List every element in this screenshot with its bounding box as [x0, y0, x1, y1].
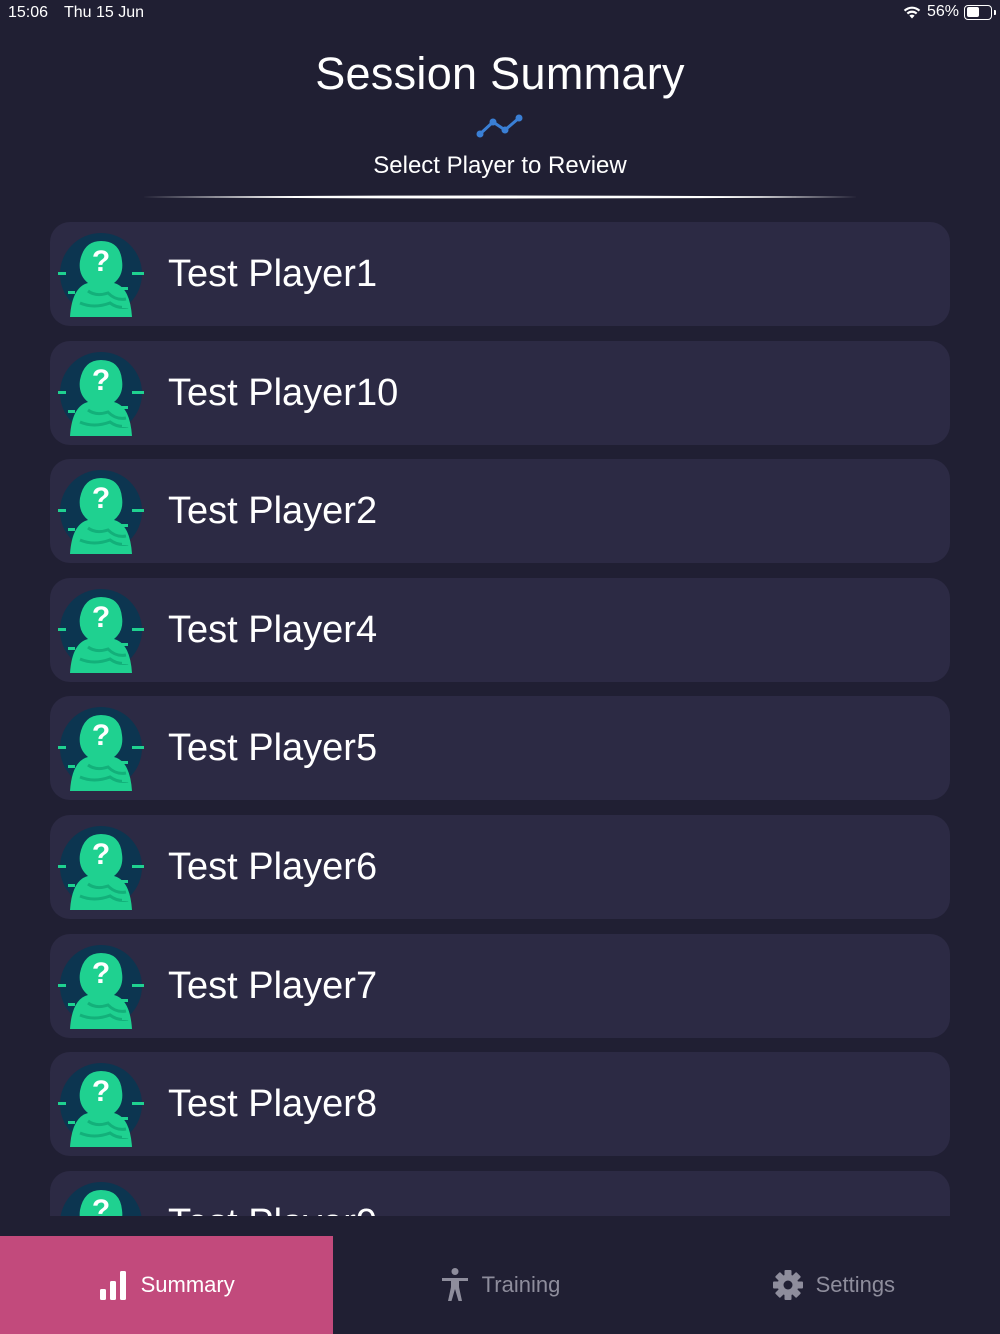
status-indicators: 56%: [902, 3, 996, 21]
player-avatar-icon: ?: [58, 1180, 144, 1216]
player-row[interactable]: ? Test Player9: [50, 1170, 950, 1216]
header-divider: [142, 195, 858, 199]
player-avatar-icon: ?: [58, 468, 144, 555]
player-name: Test Player2: [168, 490, 378, 533]
player-row[interactable]: ? Test Player6: [50, 815, 950, 919]
player-name: Test Player4: [168, 608, 378, 651]
gear-icon: [772, 1270, 803, 1300]
player-name: Test Player10: [168, 371, 399, 414]
tab-settings-label: Settings: [815, 1272, 896, 1297]
page-title: Session Summary: [315, 48, 685, 99]
player-avatar-icon: ?: [58, 705, 144, 792]
tab-training[interactable]: Training: [333, 1236, 666, 1334]
tab-summary[interactable]: Summary: [0, 1236, 334, 1334]
player-row[interactable]: ? Test Player4: [50, 577, 950, 682]
player-avatar-icon: ?: [58, 1061, 144, 1148]
battery-percent: 56%: [926, 3, 959, 20]
trend-line-icon: [476, 114, 523, 138]
svg-text:?: ?: [92, 364, 110, 397]
player-avatar-icon: ?: [58, 824, 144, 910]
player-avatar-icon: ?: [58, 943, 144, 1029]
player-row[interactable]: ? Test Player1: [50, 222, 950, 326]
player-name: Test Player1: [168, 253, 378, 295]
svg-text:?: ?: [92, 482, 110, 515]
player-name: Test Player6: [168, 846, 378, 888]
status-bar: 15:06 Thu 15 Jun 56%: [0, 0, 1000, 28]
svg-text:?: ?: [92, 719, 110, 752]
player-avatar-icon: ?: [58, 231, 144, 317]
svg-text:?: ?: [92, 957, 110, 990]
svg-text:?: ?: [92, 601, 110, 634]
tab-settings[interactable]: Settings: [667, 1236, 1000, 1334]
bar-chart-icon: [99, 1271, 126, 1300]
player-name: Test Player7: [168, 964, 378, 1007]
player-row[interactable]: ? Test Player10: [50, 340, 950, 445]
tab-bar: Summary Training Settings: [0, 1236, 1000, 1334]
player-name: Test Player9: [168, 1171, 377, 1216]
player-list[interactable]: ? Test Player1 ? Test Player10 ? Test Pl…: [50, 222, 950, 1216]
svg-text:?: ?: [92, 838, 110, 871]
player-name: Test Player8: [168, 1083, 378, 1126]
player-row[interactable]: ? Test Player2: [50, 459, 950, 564]
svg-text:?: ?: [92, 245, 110, 278]
status-time: 15:06: [8, 4, 49, 21]
svg-text:?: ?: [92, 1194, 110, 1216]
svg-text:?: ?: [92, 1075, 110, 1108]
player-avatar-icon: ?: [58, 587, 144, 673]
tab-summary-label: Summary: [140, 1272, 235, 1297]
wifi-icon: [903, 6, 921, 19]
player-row[interactable]: ? Test Player5: [50, 696, 950, 801]
page-subtitle: Select Player to Review: [373, 152, 627, 179]
battery-icon: [964, 4, 996, 20]
battery-fill: [966, 7, 980, 17]
page-header: Session Summary Select Player to Review: [0, 40, 1000, 182]
player-row[interactable]: ? Test Player7: [50, 933, 950, 1038]
player-avatar-icon: ?: [58, 350, 144, 436]
status-date: Thu 15 Jun: [64, 4, 145, 21]
tab-training-label: Training: [481, 1272, 561, 1297]
player-name: Test Player5: [168, 727, 378, 770]
player-row[interactable]: ? Test Player8: [50, 1052, 950, 1157]
person-icon: [441, 1268, 468, 1301]
